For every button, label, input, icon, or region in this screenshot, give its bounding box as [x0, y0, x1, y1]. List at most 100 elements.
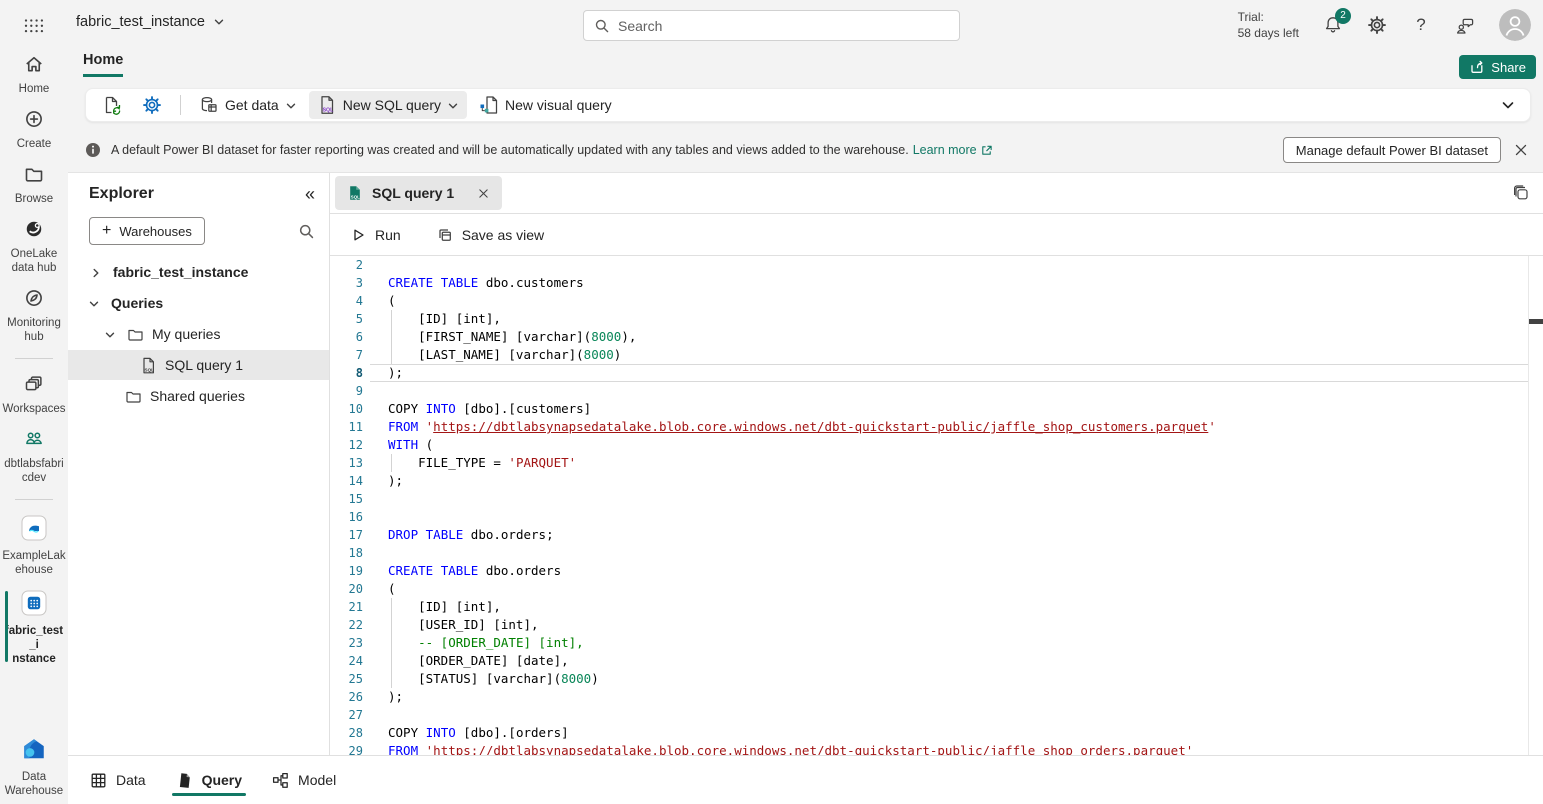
line-number: 20 — [330, 580, 363, 598]
feedback-icon — [1455, 15, 1475, 35]
workspaces-icon — [24, 374, 44, 394]
get-data-button[interactable]: Get data — [191, 91, 305, 119]
settings-button[interactable] — [1367, 15, 1387, 35]
folder-icon — [127, 326, 144, 343]
sidebar-item-create[interactable]: Create — [0, 102, 68, 157]
explorer-panel: Explorer « + Warehouses fabric_test_inst… — [68, 173, 330, 755]
code-line-4[interactable]: 4( — [330, 292, 1528, 310]
line-number: 17 — [330, 526, 363, 544]
avatar[interactable] — [1499, 9, 1531, 41]
top-bar: fabric_test_instance Search Trial: 58 da… — [68, 0, 1543, 50]
code-line-21[interactable]: 21 [ID] [int], — [330, 598, 1528, 616]
code-text: CREATE TABLE dbo.orders — [388, 562, 561, 580]
code-line-5[interactable]: 5 [ID] [int], — [330, 310, 1528, 328]
code-line-16[interactable]: 16 — [330, 508, 1528, 526]
tree-item-queries[interactable]: Queries — [68, 288, 329, 318]
code-line-29[interactable]: 29FROM 'https://dbtlabsynapsedatalake.bl… — [330, 742, 1528, 755]
run-button[interactable]: Run — [350, 227, 401, 243]
share-button[interactable]: Share — [1459, 55, 1536, 79]
save-as-view-button[interactable]: Save as view — [437, 227, 544, 243]
close-tab-icon[interactable] — [477, 187, 490, 200]
chevron-down-icon[interactable] — [104, 328, 116, 340]
learn-more-link[interactable]: Learn more — [913, 143, 977, 157]
collapse-explorer-button[interactable]: « — [305, 185, 315, 203]
code-line-8[interactable]: 8); — [330, 364, 1528, 382]
code-line-6[interactable]: 6 [FIRST_NAME] [varchar](8000), — [330, 328, 1528, 346]
code-line-23[interactable]: 23 -- [ORDER_DATE] [int], — [330, 634, 1528, 652]
code-line-17[interactable]: 17 DROP TABLE dbo.orders; — [330, 526, 1528, 544]
code-line-11[interactable]: 11FROM 'https://dbtlabsynapsedatalake.bl… — [330, 418, 1528, 436]
chevron-right-icon[interactable] — [90, 266, 102, 278]
sidebar-item-label: dbtlabsfabricdev — [2, 457, 66, 485]
feedback-button[interactable] — [1455, 15, 1475, 35]
code-line-20[interactable]: 20( — [330, 580, 1528, 598]
monitoring-icon — [24, 288, 44, 308]
copy-icon[interactable] — [1512, 184, 1530, 202]
tab-query[interactable]: Query — [176, 756, 242, 804]
sidebar-item-monitoring-hub[interactable]: Monitoringhub — [0, 281, 68, 350]
manage-default-dataset-button[interactable]: Manage default Power BI dataset — [1283, 137, 1501, 163]
code-text: DROP TABLE dbo.orders; — [388, 526, 554, 544]
refresh-dataset-button[interactable] — [94, 91, 130, 119]
sidebar-item-examplelakehouse[interactable]: ExampleLakehouse — [0, 508, 68, 583]
line-number: 3 — [330, 274, 363, 292]
app-launcher-icon[interactable] — [23, 15, 45, 37]
banner-close-icon[interactable] — [1513, 142, 1529, 158]
sidebar-item-fabric-test-instance[interactable]: fabric_test_instance — [0, 583, 68, 672]
code-line-19[interactable]: 19CREATE TABLE dbo.orders — [330, 562, 1528, 580]
code-line-26[interactable]: 26); — [330, 688, 1528, 706]
tree-item-fabric-test-instance[interactable]: fabric_test_instance — [68, 257, 329, 287]
left-nav-rail: Home Create BrowseOneLakedata hubMonitorin… — [0, 0, 68, 804]
code-line-13[interactable]: 13 FILE_TYPE = 'PARQUET' — [330, 454, 1528, 472]
search-placeholder: Search — [618, 18, 662, 34]
workspace-switcher-label: fabric_test_instance — [76, 14, 205, 30]
code-line-25[interactable]: 25 [STATUS] [varchar](8000) — [330, 670, 1528, 688]
tab-model[interactable]: Model — [272, 756, 336, 804]
tab-home[interactable]: Home — [83, 52, 123, 77]
new-sql-query-button[interactable]: SQL New SQL query — [309, 91, 467, 119]
code-line-14[interactable]: 14); — [330, 472, 1528, 490]
add-warehouses-button[interactable]: + Warehouses — [89, 217, 205, 245]
code-line-12[interactable]: 12WITH ( — [330, 436, 1528, 454]
code-line-18[interactable]: 18 — [330, 544, 1528, 562]
explorer-search-icon[interactable] — [298, 223, 315, 240]
code-line-10[interactable]: 10COPY INTO [dbo].[customers] — [330, 400, 1528, 418]
sidebar-item-home[interactable]: Home — [0, 47, 68, 102]
help-button[interactable]: ? — [1411, 15, 1431, 35]
sidebar-item-browse[interactable]: Browse — [0, 157, 68, 212]
new-visual-query-button[interactable]: New visual query — [471, 91, 620, 119]
sql-editor[interactable]: 23CREATE TABLE dbo.customers4(5 [ID] [in… — [330, 256, 1543, 755]
code-line-3[interactable]: 3CREATE TABLE dbo.customers — [330, 274, 1528, 292]
tab-data[interactable]: Data — [90, 756, 146, 804]
tree-item-shared-queries[interactable]: Shared queries — [68, 381, 329, 411]
workspace-switcher[interactable]: fabric_test_instance — [76, 14, 225, 30]
code-line-22[interactable]: 22 [USER_ID] [int], — [330, 616, 1528, 634]
trial-status: Trial: 58 days left — [1238, 9, 1299, 41]
line-number: 6 — [330, 328, 363, 346]
toolbar-collapse-chevron[interactable] — [1500, 97, 1516, 113]
tab-label: Model — [298, 772, 336, 788]
editor-scrollbar[interactable] — [1528, 256, 1543, 755]
query-tab[interactable]: SQL SQL query 1 — [335, 176, 502, 210]
sidebar-item-data-warehouse[interactable]: DataWarehouse — [0, 729, 68, 804]
code-text: [STATUS] [varchar](8000) — [388, 670, 599, 688]
sidebar-item-onelake-data-hub[interactable]: OneLakedata hub — [0, 212, 68, 281]
tree-item-my-queries[interactable]: My queries — [68, 319, 329, 349]
gear-icon — [1367, 15, 1387, 35]
tree-item-label: Shared queries — [150, 388, 245, 404]
dataset-settings-button[interactable] — [134, 91, 170, 119]
code-line-9[interactable]: 9 — [330, 382, 1528, 400]
code-line-27[interactable]: 27 — [330, 706, 1528, 724]
code-line-15[interactable]: 15 — [330, 490, 1528, 508]
notifications-button[interactable]: 2 — [1323, 15, 1343, 35]
chevron-down-icon[interactable] — [88, 297, 100, 309]
search-input[interactable]: Search — [583, 10, 960, 41]
sidebar-item-workspaces[interactable]: Workspaces — [0, 367, 68, 422]
code-line-24[interactable]: 24 [ORDER_DATE] [date], — [330, 652, 1528, 670]
sidebar-item-dbtlabsfabricdev[interactable]: dbtlabsfabricdev — [0, 422, 68, 491]
tree-item-sql-query-1[interactable]: SQLSQL query 1 — [68, 350, 329, 380]
code-line-2[interactable]: 2 — [330, 256, 1528, 274]
code-line-28[interactable]: 28COPY INTO [dbo].[orders] — [330, 724, 1528, 742]
code-line-7[interactable]: 7 [LAST_NAME] [varchar](8000) — [330, 346, 1528, 364]
sidebar-item-label: Create — [2, 137, 66, 151]
